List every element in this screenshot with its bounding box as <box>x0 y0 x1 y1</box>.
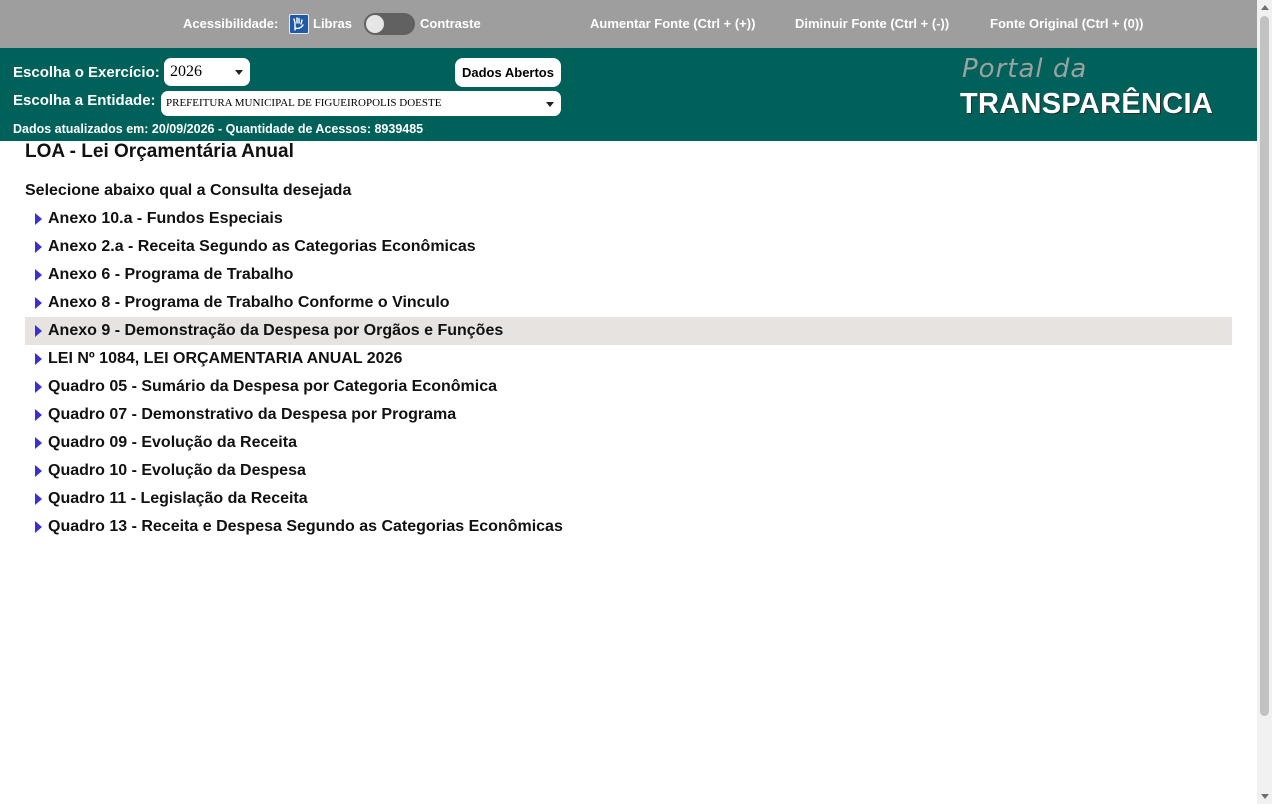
accessibility-bar: Acessibilidade: Libras Contraste Aumenta… <box>0 0 1257 48</box>
caret-right-icon <box>35 297 42 309</box>
libras-link[interactable]: Libras <box>313 0 352 48</box>
report-menu: Anexo 10.a - Fundos Especiais Anexo 2.a -… <box>25 205 1232 541</box>
update-status: Dados atualizados em: 20/09/2026 - Quant… <box>13 122 424 136</box>
caret-right-icon <box>35 465 42 477</box>
menu-item-label[interactable]: Anexo 9 - Demonstração da Despesa por Or… <box>48 317 503 345</box>
menu-item[interactable]: Quadro 13 - Receita e Despesa Segundo as… <box>25 513 1232 541</box>
menu-item[interactable]: Anexo 10.a - Fundos Especiais <box>25 205 1232 233</box>
page-title: LOA - Lei Orçamentária Anual <box>25 141 294 162</box>
menu-item[interactable]: Quadro 11 - Legislação da Receita <box>25 485 1232 513</box>
entity-select-value: PREFEITURA MUNICIPAL DE FIGUEIROPOLIS DO… <box>166 97 442 109</box>
caret-right-icon <box>35 409 42 421</box>
scroll-down-icon[interactable] <box>1261 794 1269 799</box>
menu-item-label[interactable]: Quadro 09 - Evolução da Receita <box>48 429 297 457</box>
caret-right-icon <box>35 521 42 533</box>
menu-item-label[interactable]: Anexo 10.a - Fundos Especiais <box>48 205 283 233</box>
chevron-down-icon <box>235 70 243 75</box>
menu-item[interactable]: Anexo 6 - Programa de Trabalho <box>25 261 1232 289</box>
menu-item-label[interactable]: Quadro 13 - Receita e Despesa Segundo as… <box>48 513 563 541</box>
caret-right-icon <box>35 493 42 505</box>
scroll-up-icon[interactable] <box>1261 5 1269 10</box>
menu-item[interactable]: Anexo 8 - Programa de Trabalho Conforme … <box>25 289 1232 317</box>
menu-item[interactable]: Quadro 10 - Evolução da Despesa <box>25 457 1232 485</box>
caret-right-icon <box>35 213 42 225</box>
caret-right-icon <box>35 381 42 393</box>
menu-item[interactable]: Quadro 09 - Evolução da Receita <box>25 429 1232 457</box>
entity-label: Escolha a Entidade: <box>13 92 156 109</box>
scrollbar-thumb[interactable] <box>1260 16 1269 716</box>
caret-right-icon <box>35 325 42 337</box>
menu-item-label[interactable]: Quadro 10 - Evolução da Despesa <box>48 457 306 485</box>
year-select[interactable]: 2026 <box>164 58 250 86</box>
caret-right-icon <box>35 437 42 449</box>
logo-line1: Portal da <box>962 54 1088 84</box>
libras-hand-icon[interactable] <box>289 14 309 34</box>
header: Escolha o Exercício: 2026 Dados Abertos … <box>0 48 1257 141</box>
menu-item[interactable]: Anexo 9 - Demonstração da Despesa por Or… <box>25 317 1232 345</box>
decrease-font-link[interactable]: Diminuir Fonte (Ctrl + (-)) <box>795 0 949 48</box>
menu-item[interactable]: Quadro 05 - Sumário da Despesa por Categ… <box>25 373 1232 401</box>
year-label: Escolha o Exercício: <box>13 64 160 81</box>
accessibility-label: Acessibilidade: <box>183 16 279 31</box>
menu-item[interactable]: Quadro 07 - Demonstrativo da Despesa por… <box>25 401 1232 429</box>
original-font-link[interactable]: Fonte Original (Ctrl + (0)) <box>990 0 1143 48</box>
portal-logo[interactable]: Portal da TRANSPARÊNCIA <box>960 54 1240 124</box>
toggle-knob <box>366 15 384 33</box>
menu-item-label[interactable]: Quadro 05 - Sumário da Despesa por Categ… <box>48 373 497 401</box>
menu-item-label[interactable]: Quadro 11 - Legislação da Receita <box>48 485 308 513</box>
menu-item-label[interactable]: Quadro 07 - Demonstrativo da Despesa por… <box>48 401 456 429</box>
logo-line2: TRANSPARÊNCIA <box>960 88 1214 120</box>
open-data-button[interactable]: Dados Abertos <box>455 58 561 87</box>
menu-item-label[interactable]: LEI Nº 1084, LEI ORÇAMENTARIA ANUAL 2026 <box>48 345 402 373</box>
chevron-down-icon <box>546 101 554 107</box>
contrast-label[interactable]: Contraste <box>420 0 481 48</box>
caret-right-icon <box>35 269 42 281</box>
menu-item-label[interactable]: Anexo 8 - Programa de Trabalho Conforme … <box>48 289 450 317</box>
contrast-toggle[interactable] <box>364 13 415 35</box>
increase-font-link[interactable]: Aumentar Fonte (Ctrl + (+)) <box>590 0 755 48</box>
menu-item-label[interactable]: Anexo 6 - Programa de Trabalho <box>48 261 293 289</box>
menu-item-label[interactable]: Anexo 2.a - Receita Segundo as Categoria… <box>48 233 476 261</box>
entity-select[interactable]: PREFEITURA MUNICIPAL DE FIGUEIROPOLIS DO… <box>161 91 561 116</box>
year-select-value: 2026 <box>170 63 202 80</box>
caret-right-icon <box>35 241 42 253</box>
caret-right-icon <box>35 353 42 365</box>
page-subtitle: Selecione abaixo qual a Consulta desejad… <box>25 182 352 199</box>
menu-item[interactable]: Anexo 2.a - Receita Segundo as Categoria… <box>25 233 1232 261</box>
scrollbar[interactable] <box>1257 0 1272 804</box>
menu-item[interactable]: LEI Nº 1084, LEI ORÇAMENTARIA ANUAL 2026 <box>25 345 1232 373</box>
